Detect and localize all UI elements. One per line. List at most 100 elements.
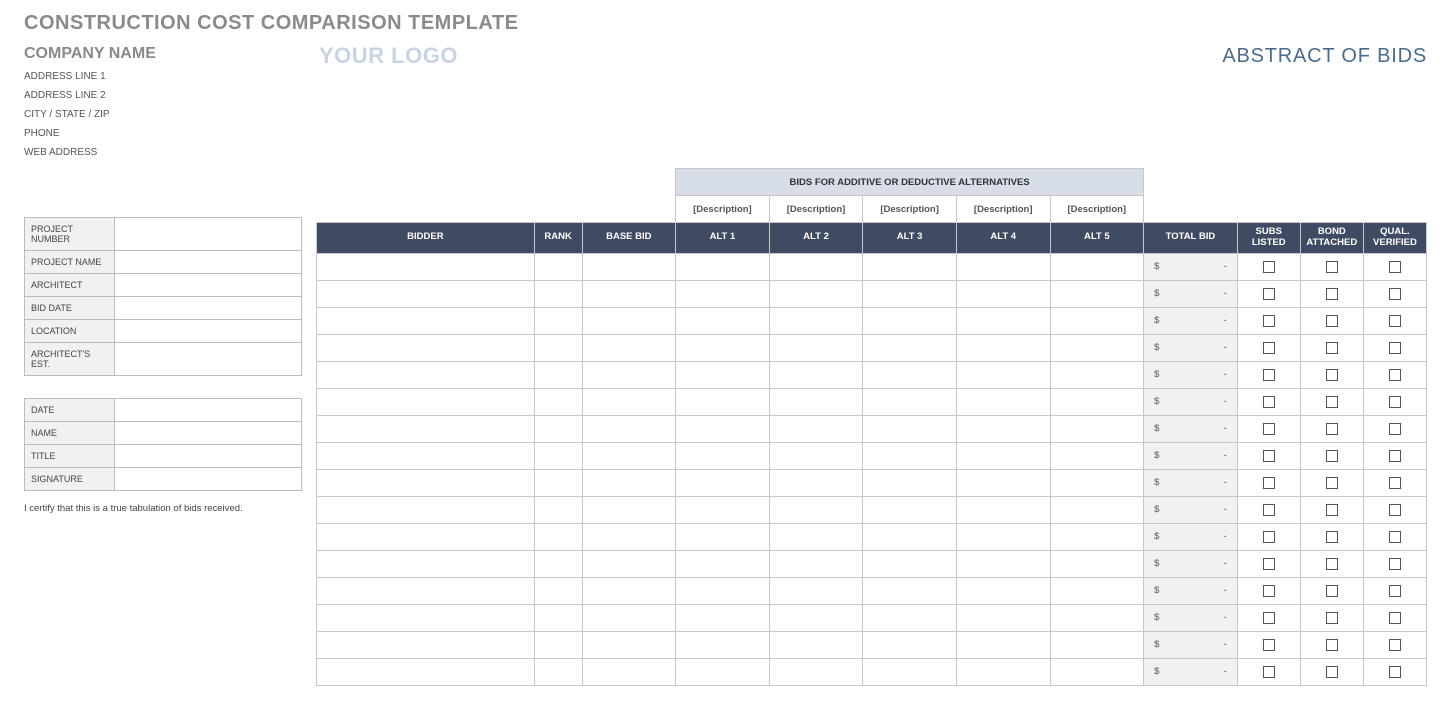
alt2-desc[interactable]: [Description]	[769, 196, 863, 223]
checkbox-icon[interactable]	[1326, 477, 1338, 489]
value-sign-date[interactable]	[115, 399, 302, 422]
checkbox-icon[interactable]	[1263, 558, 1275, 570]
alt4-desc[interactable]: [Description]	[956, 196, 1050, 223]
checkbox-icon[interactable]	[1326, 666, 1338, 678]
alt1-cell[interactable]	[676, 523, 770, 550]
base-bid-cell[interactable]	[582, 307, 676, 334]
alt1-cell[interactable]	[676, 442, 770, 469]
bond-attached-cell[interactable]	[1300, 577, 1363, 604]
subs-listed-cell[interactable]	[1237, 361, 1300, 388]
checkbox-icon[interactable]	[1326, 531, 1338, 543]
alt5-desc[interactable]: [Description]	[1050, 196, 1144, 223]
bidder-cell[interactable]	[317, 253, 535, 280]
bidder-cell[interactable]	[317, 307, 535, 334]
checkbox-icon[interactable]	[1389, 315, 1401, 327]
bond-attached-cell[interactable]	[1300, 523, 1363, 550]
alt2-cell[interactable]	[769, 442, 863, 469]
subs-listed-cell[interactable]	[1237, 631, 1300, 658]
base-bid-cell[interactable]	[582, 577, 676, 604]
rank-cell[interactable]	[534, 334, 582, 361]
subs-listed-cell[interactable]	[1237, 388, 1300, 415]
qual-verified-cell[interactable]	[1363, 280, 1426, 307]
qual-verified-cell[interactable]	[1363, 550, 1426, 577]
bidder-cell[interactable]	[317, 334, 535, 361]
rank-cell[interactable]	[534, 658, 582, 685]
alt5-cell[interactable]	[1050, 523, 1144, 550]
bond-attached-cell[interactable]	[1300, 496, 1363, 523]
bidder-cell[interactable]	[317, 631, 535, 658]
checkbox-icon[interactable]	[1263, 423, 1275, 435]
base-bid-cell[interactable]	[582, 604, 676, 631]
checkbox-icon[interactable]	[1389, 342, 1401, 354]
alt2-cell[interactable]	[769, 631, 863, 658]
alt2-cell[interactable]	[769, 280, 863, 307]
alt1-cell[interactable]	[676, 415, 770, 442]
bidder-cell[interactable]	[317, 604, 535, 631]
checkbox-icon[interactable]	[1389, 288, 1401, 300]
bidder-cell[interactable]	[317, 415, 535, 442]
checkbox-icon[interactable]	[1326, 558, 1338, 570]
bond-attached-cell[interactable]	[1300, 442, 1363, 469]
alt2-cell[interactable]	[769, 523, 863, 550]
base-bid-cell[interactable]	[582, 334, 676, 361]
alt3-cell[interactable]	[863, 469, 957, 496]
checkbox-icon[interactable]	[1263, 450, 1275, 462]
checkbox-icon[interactable]	[1263, 288, 1275, 300]
checkbox-icon[interactable]	[1263, 504, 1275, 516]
checkbox-icon[interactable]	[1389, 666, 1401, 678]
alt4-cell[interactable]	[956, 523, 1050, 550]
checkbox-icon[interactable]	[1326, 612, 1338, 624]
value-location[interactable]	[115, 320, 302, 343]
qual-verified-cell[interactable]	[1363, 523, 1426, 550]
base-bid-cell[interactable]	[582, 496, 676, 523]
rank-cell[interactable]	[534, 307, 582, 334]
alt3-cell[interactable]	[863, 307, 957, 334]
alt2-cell[interactable]	[769, 550, 863, 577]
base-bid-cell[interactable]	[582, 550, 676, 577]
alt5-cell[interactable]	[1050, 658, 1144, 685]
alt5-cell[interactable]	[1050, 307, 1144, 334]
alt3-cell[interactable]	[863, 361, 957, 388]
alt4-cell[interactable]	[956, 280, 1050, 307]
checkbox-icon[interactable]	[1263, 612, 1275, 624]
qual-verified-cell[interactable]	[1363, 307, 1426, 334]
rank-cell[interactable]	[534, 631, 582, 658]
rank-cell[interactable]	[534, 280, 582, 307]
alt3-cell[interactable]	[863, 631, 957, 658]
alt1-cell[interactable]	[676, 658, 770, 685]
alt2-cell[interactable]	[769, 658, 863, 685]
checkbox-icon[interactable]	[1389, 531, 1401, 543]
alt4-cell[interactable]	[956, 307, 1050, 334]
alt1-cell[interactable]	[676, 388, 770, 415]
checkbox-icon[interactable]	[1263, 531, 1275, 543]
alt2-cell[interactable]	[769, 388, 863, 415]
rank-cell[interactable]	[534, 253, 582, 280]
alt5-cell[interactable]	[1050, 577, 1144, 604]
alt4-cell[interactable]	[956, 604, 1050, 631]
checkbox-icon[interactable]	[1326, 369, 1338, 381]
rank-cell[interactable]	[534, 469, 582, 496]
checkbox-icon[interactable]	[1389, 612, 1401, 624]
qual-verified-cell[interactable]	[1363, 442, 1426, 469]
checkbox-icon[interactable]	[1263, 666, 1275, 678]
bond-attached-cell[interactable]	[1300, 361, 1363, 388]
alt4-cell[interactable]	[956, 253, 1050, 280]
value-bid-date[interactable]	[115, 297, 302, 320]
base-bid-cell[interactable]	[582, 388, 676, 415]
alt1-cell[interactable]	[676, 577, 770, 604]
qual-verified-cell[interactable]	[1363, 388, 1426, 415]
alt1-cell[interactable]	[676, 307, 770, 334]
base-bid-cell[interactable]	[582, 469, 676, 496]
rank-cell[interactable]	[534, 496, 582, 523]
qual-verified-cell[interactable]	[1363, 415, 1426, 442]
alt4-cell[interactable]	[956, 442, 1050, 469]
alt1-cell[interactable]	[676, 550, 770, 577]
subs-listed-cell[interactable]	[1237, 307, 1300, 334]
alt5-cell[interactable]	[1050, 604, 1144, 631]
base-bid-cell[interactable]	[582, 658, 676, 685]
value-sign-name[interactable]	[115, 422, 302, 445]
alt3-cell[interactable]	[863, 334, 957, 361]
alt3-cell[interactable]	[863, 442, 957, 469]
alt3-cell[interactable]	[863, 550, 957, 577]
bond-attached-cell[interactable]	[1300, 334, 1363, 361]
